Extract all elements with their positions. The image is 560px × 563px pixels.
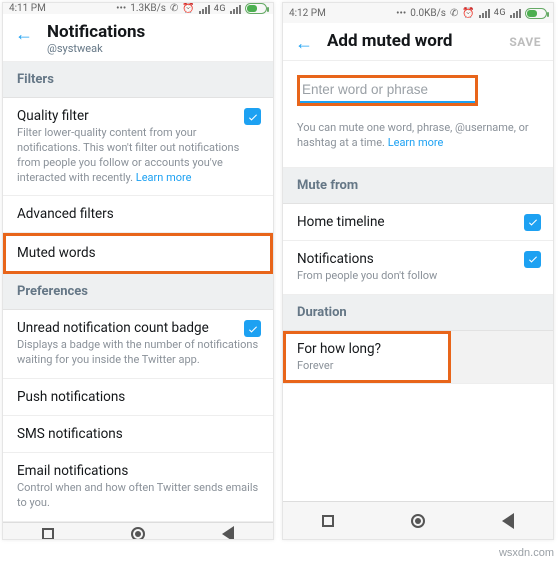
checkbox-checked-icon[interactable]	[244, 320, 261, 337]
right-screenshot: 4:12 PM ••• 0.0KB/s ✆ ⏰ 4G ← Add muted w…	[282, 2, 554, 540]
row-subtitle: From people you don't follow	[297, 269, 539, 284]
row-muted-words[interactable]: Muted words	[3, 233, 273, 274]
row-notifications[interactable]: Notifications From people you don't foll…	[283, 241, 553, 295]
status-bar: 4:12 PM ••• 0.0KB/s ✆ ⏰ 4G	[283, 3, 553, 23]
back-nav-button[interactable]	[497, 510, 519, 532]
signal-icon	[199, 4, 210, 14]
row-push-notifications[interactable]: Push notifications	[3, 379, 273, 416]
section-filters: Filters	[3, 62, 273, 98]
row-title: Notifications	[297, 251, 539, 267]
network-type: 4G	[494, 8, 506, 18]
row-title: SMS notifications	[17, 426, 259, 442]
row-title: Email notifications	[17, 463, 259, 479]
recent-apps-button[interactable]	[317, 510, 339, 532]
alarm-icon: ⏰	[462, 8, 474, 19]
alarm-icon: ⏰	[182, 3, 194, 14]
row-subtitle: Forever	[297, 359, 437, 374]
row-subtitle: Filter lower-quality content from your n…	[17, 126, 259, 185]
page-subtitle: @systweak	[47, 42, 145, 55]
row-title: Muted words	[17, 245, 259, 261]
page-title: Add muted word	[327, 31, 452, 51]
back-button[interactable]: ←	[295, 33, 313, 54]
learn-more-link[interactable]: Learn more	[136, 171, 192, 184]
page-title: Notifications	[47, 22, 145, 42]
section-mute-from: Mute from	[283, 168, 553, 204]
status-speed: 1.3KB/s	[130, 3, 166, 14]
learn-more-link[interactable]: Learn more	[388, 136, 444, 149]
watermark: wsxdn.com	[499, 547, 554, 559]
battery-icon	[245, 3, 267, 14]
app-header: ← Notifications @systweak	[3, 14, 273, 62]
section-preferences: Preferences	[3, 274, 273, 310]
save-button[interactable]: SAVE	[509, 35, 541, 49]
home-button[interactable]	[127, 523, 149, 540]
signal-icon	[479, 8, 490, 18]
battery-icon	[525, 8, 547, 19]
mute-word-input[interactable]	[300, 78, 475, 103]
status-time: 4:12 PM	[289, 8, 326, 19]
recent-apps-button[interactable]	[37, 523, 59, 540]
checkbox-checked-icon[interactable]	[244, 108, 261, 125]
row-title: Quality filter	[17, 108, 259, 124]
mute-hint: You can mute one word, phrase, @username…	[283, 112, 553, 168]
signal-icon-2	[510, 8, 521, 18]
row-subtitle: Displays a badge with the number of noti…	[17, 338, 259, 368]
row-sms-notifications[interactable]: SMS notifications	[3, 416, 273, 453]
back-button[interactable]: ←	[15, 24, 33, 45]
row-for-how-long[interactable]: For how long? Forever	[283, 331, 451, 384]
row-quality-filter[interactable]: Quality filter Filter lower-quality cont…	[3, 98, 273, 196]
signal-icon-2	[230, 4, 241, 14]
highlight-box	[297, 75, 478, 106]
row-subtitle: Control when and how often Twitter sends…	[17, 481, 259, 511]
section-duration: Duration	[283, 295, 553, 331]
row-title: For how long?	[297, 341, 437, 357]
row-unread-badge[interactable]: Unread notification count badge Displays…	[3, 310, 273, 379]
home-button[interactable]	[407, 510, 429, 532]
no-sim-icon: ✆	[170, 3, 178, 14]
row-title: Home timeline	[297, 214, 539, 230]
row-home-timeline[interactable]: Home timeline	[283, 204, 553, 241]
row-title: Unread notification count badge	[17, 320, 259, 336]
checkbox-checked-icon[interactable]	[524, 214, 541, 231]
back-nav-button[interactable]	[217, 523, 239, 540]
status-speed: 0.0KB/s	[410, 8, 446, 19]
mute-word-input-row	[283, 61, 553, 112]
row-advanced-filters[interactable]: Advanced filters	[3, 196, 273, 233]
network-type: 4G	[214, 4, 226, 14]
no-sim-icon: ✆	[450, 8, 458, 19]
android-navbar	[3, 522, 273, 540]
status-time: 4:11 PM	[9, 3, 46, 14]
checkbox-checked-icon[interactable]	[524, 251, 541, 268]
left-screenshot: 4:11 PM ••• 1.3KB/s ✆ ⏰ 4G ← Notificatio…	[2, 2, 274, 540]
row-title: Advanced filters	[17, 206, 259, 222]
status-bar: 4:11 PM ••• 1.3KB/s ✆ ⏰ 4G	[3, 3, 273, 14]
row-email-notifications[interactable]: Email notifications Control when and how…	[3, 453, 273, 522]
android-navbar	[283, 501, 553, 539]
app-header: ← Add muted word SAVE	[283, 23, 553, 61]
row-title: Push notifications	[17, 389, 259, 405]
